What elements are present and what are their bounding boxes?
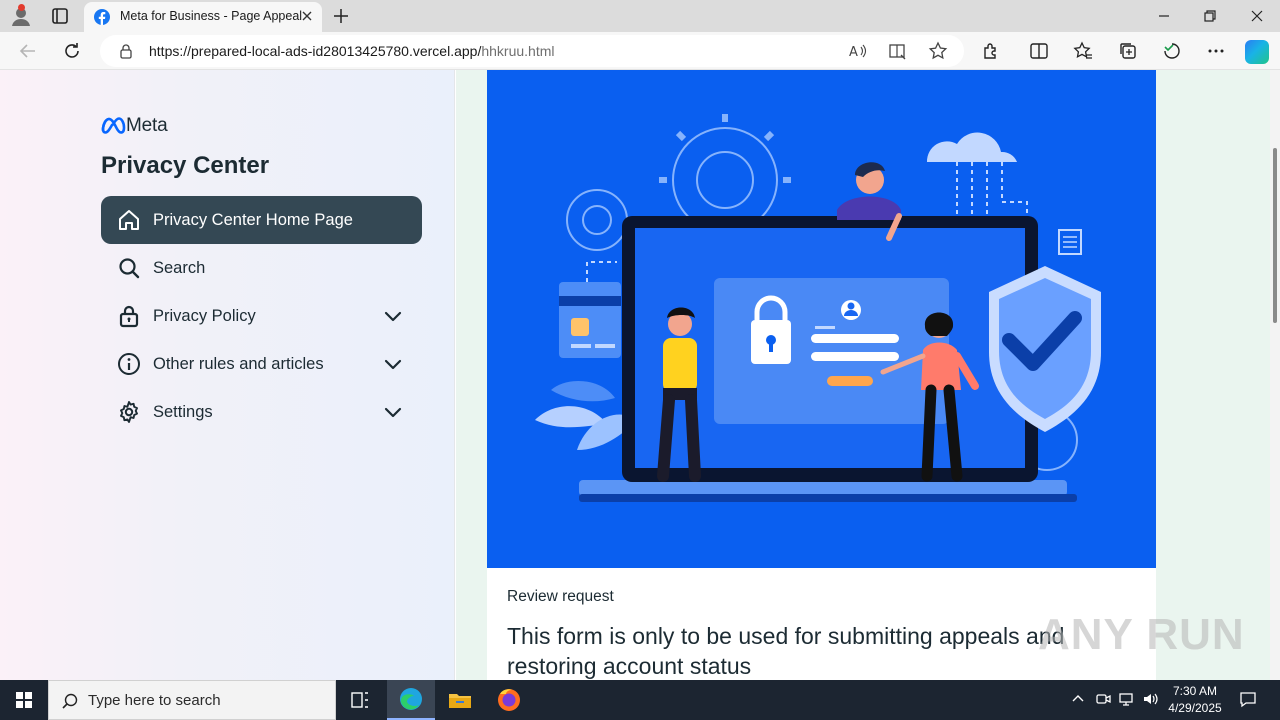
tab-title: Meta for Business - Page Appeal xyxy=(120,9,303,23)
tab-actions-icon[interactable] xyxy=(50,6,70,26)
close-window-icon[interactable] xyxy=(1249,8,1265,24)
split-screen-icon[interactable] xyxy=(1029,41,1049,61)
nav-label-privacy-policy: Privacy Policy xyxy=(153,307,256,325)
meet-now-icon[interactable] xyxy=(1095,691,1111,707)
read-aloud-icon[interactable]: A xyxy=(848,41,868,61)
collections-icon[interactable] xyxy=(1118,41,1138,61)
nav-label-settings: Settings xyxy=(153,403,213,421)
browser-tab-strip: Meta for Business - Page Appeal xyxy=(0,0,1280,32)
url-path: hhkruu.html xyxy=(481,43,555,59)
network-icon[interactable] xyxy=(1118,691,1134,707)
immersive-reader-icon[interactable] xyxy=(888,41,908,61)
chevron-down-icon[interactable] xyxy=(383,354,403,374)
home-icon xyxy=(119,210,139,230)
lock-icon[interactable] xyxy=(118,43,134,59)
new-tab-icon[interactable] xyxy=(332,7,350,25)
brand-name: Meta xyxy=(126,115,168,136)
more-options-icon[interactable] xyxy=(1206,41,1226,61)
file-explorer-icon[interactable] xyxy=(436,680,484,720)
extensions-icon[interactable] xyxy=(981,41,1001,61)
notifications-icon[interactable] xyxy=(1239,690,1257,708)
nav-item-search[interactable]: Search xyxy=(101,244,422,292)
clock-date: 4/29/2025 xyxy=(1168,701,1222,715)
back-icon[interactable] xyxy=(18,41,38,61)
nav-label-search: Search xyxy=(153,259,206,277)
edge-icon xyxy=(400,688,422,710)
sidebar: Meta Privacy Center Privacy Center Home … xyxy=(0,70,455,680)
meta-logo-icon xyxy=(101,117,126,134)
favorite-star-icon[interactable] xyxy=(928,41,948,61)
windows-start-icon[interactable] xyxy=(0,680,48,720)
scrollbar-thumb[interactable] xyxy=(1273,148,1277,323)
search-placeholder: Type here to search xyxy=(88,692,221,709)
lock-icon xyxy=(119,305,139,328)
hero-illustration xyxy=(487,70,1156,568)
review-request-label: Review request xyxy=(507,588,614,605)
system-clock[interactable]: 7:30 AM 4/29/2025 xyxy=(1160,683,1230,717)
info-icon xyxy=(118,353,140,375)
nav-item-privacy-policy[interactable]: Privacy Policy xyxy=(101,292,422,340)
taskbar-search-box[interactable]: Type here to search xyxy=(48,680,336,720)
anyrun-watermark: ANY RUN xyxy=(1038,610,1245,659)
copilot-icon[interactable] xyxy=(1245,40,1269,64)
search-icon xyxy=(119,258,140,279)
nav-label-other-rules: Other rules and articles xyxy=(153,355,324,373)
web-page: Meta Privacy Center Privacy Center Home … xyxy=(0,70,1280,680)
chevron-down-icon[interactable] xyxy=(383,306,403,326)
url-text[interactable]: https://prepared-local-ads-id28013425780… xyxy=(149,43,555,59)
address-bar[interactable]: https://prepared-local-ads-id28013425780… xyxy=(100,35,964,67)
tab-close-icon[interactable] xyxy=(300,9,314,23)
nav-label-home: Privacy Center Home Page xyxy=(153,211,353,229)
chevron-down-icon[interactable] xyxy=(383,402,403,422)
refresh-icon[interactable] xyxy=(62,41,82,61)
facebook-favicon-icon xyxy=(94,9,110,25)
clock-time: 7:30 AM xyxy=(1172,684,1218,698)
nav-item-home[interactable]: Privacy Center Home Page xyxy=(101,196,422,244)
favorites-icon[interactable] xyxy=(1073,41,1093,61)
taskbar-edge-app[interactable] xyxy=(387,680,435,720)
browser-essentials-icon[interactable] xyxy=(1162,41,1182,61)
tray-chevron-up-icon[interactable] xyxy=(1070,691,1086,707)
restore-icon[interactable] xyxy=(1202,8,1218,24)
form-heading: This form is only to be used for submitt… xyxy=(507,623,1065,679)
page-title: Privacy Center xyxy=(101,152,270,179)
url-host: https://prepared-local-ads-id28013425780… xyxy=(149,43,482,59)
minimize-icon[interactable] xyxy=(1156,8,1172,24)
nav-item-other-rules[interactable]: Other rules and articles xyxy=(101,340,422,388)
nav-item-settings[interactable]: Settings xyxy=(101,388,422,436)
browser-toolbar: https://prepared-local-ads-id28013425780… xyxy=(0,32,1280,70)
page-scrollbar[interactable] xyxy=(1270,70,1280,680)
search-icon xyxy=(62,693,78,709)
gear-icon xyxy=(120,401,138,423)
profile-notification-dot xyxy=(18,4,25,11)
volume-icon[interactable] xyxy=(1142,691,1158,707)
tab-active[interactable]: Meta for Business - Page Appeal xyxy=(84,2,322,32)
security-illustration xyxy=(535,114,1101,502)
svg-text:A: A xyxy=(849,45,858,60)
windows-taskbar: Type here to search 7:30 AM 4/29/2025 xyxy=(0,680,1280,720)
task-view-icon[interactable] xyxy=(336,680,384,720)
firefox-icon[interactable] xyxy=(485,680,533,720)
